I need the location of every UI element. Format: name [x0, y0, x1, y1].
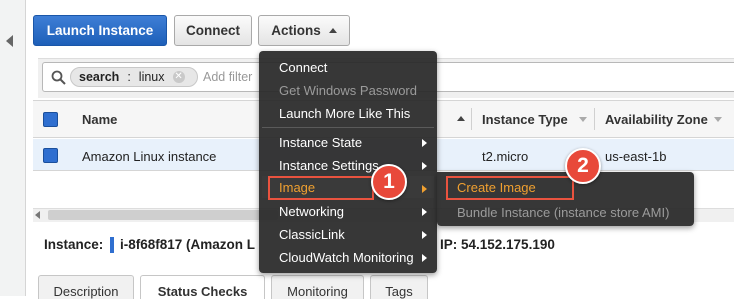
menu-item-bundle-instance: Bundle Instance (instance store AMI) — [457, 205, 670, 220]
collapse-left-icon[interactable] — [6, 35, 13, 47]
menu-item-create-image[interactable]: Create Image — [457, 180, 536, 195]
tab-description[interactable]: Description — [38, 275, 134, 299]
menu-item-get-windows-password: Get Windows Password — [279, 83, 417, 98]
menu-item-instance-state[interactable]: Instance State — [279, 135, 362, 150]
filter-tag-separator: : — [127, 70, 131, 84]
submenu-arrow-icon — [422, 208, 427, 216]
select-all-checkbox[interactable] — [43, 112, 58, 127]
instance-public-ip: IP: 54.152.175.190 — [440, 237, 555, 252]
cell-name: Amazon Linux instance — [82, 149, 217, 164]
connect-button[interactable]: Connect — [174, 15, 252, 46]
filter-tag-value: linux — [138, 70, 165, 84]
actions-button[interactable]: Actions — [258, 15, 350, 46]
column-header-instance-type[interactable]: Instance Type — [482, 112, 568, 127]
menu-item-connect[interactable]: Connect — [279, 60, 327, 75]
callout-badge-2: 2 — [565, 148, 601, 184]
tab-monitoring[interactable]: Monitoring — [271, 275, 364, 299]
scroll-left-icon[interactable] — [35, 211, 40, 219]
tab-status-checks[interactable]: Status Checks — [140, 275, 265, 299]
submenu-arrow-icon — [422, 254, 427, 262]
instance-label: Instance: — [44, 237, 104, 252]
side-panel-collapse-strip[interactable] — [0, 0, 26, 296]
menu-item-launch-more-like-this[interactable]: Launch More Like This — [279, 106, 410, 121]
filter-tag-key: search — [79, 70, 120, 84]
row-checkbox[interactable] — [43, 148, 58, 163]
cell-availability-zone: us-east-1b — [605, 149, 667, 164]
actions-label: Actions — [271, 23, 321, 38]
launch-instance-button[interactable]: Launch Instance — [33, 15, 167, 46]
sort-icon[interactable] — [714, 117, 722, 122]
tab-tags[interactable]: Tags — [370, 275, 428, 299]
search-icon — [51, 70, 66, 85]
cell-instance-type: t2.micro — [482, 149, 529, 164]
submenu-arrow-icon — [422, 162, 427, 170]
scrollbar-thumb[interactable] — [48, 210, 278, 220]
filter-placeholder[interactable]: Add filter — [203, 70, 252, 84]
menu-item-networking[interactable]: Networking — [279, 204, 344, 219]
submenu-arrow-icon — [422, 231, 427, 239]
column-divider — [471, 108, 472, 130]
sort-ascending-icon[interactable] — [457, 116, 465, 121]
submenu-arrow-icon — [422, 139, 427, 147]
instance-id: i-8f68f817 (Amazon L — [120, 237, 256, 252]
column-header-availability-zone[interactable]: Availability Zone — [605, 112, 708, 127]
search-filter-tag[interactable]: search : linux ✕ — [70, 67, 198, 87]
menu-item-cloudwatch-monitoring[interactable]: CloudWatch Monitoring — [279, 250, 414, 265]
instance-status-marker — [110, 237, 114, 253]
submenu-arrow-icon — [422, 185, 427, 193]
column-divider — [594, 108, 595, 130]
caret-up-icon — [328, 28, 337, 33]
menu-item-instance-settings[interactable]: Instance Settings — [279, 158, 379, 173]
menu-item-image[interactable]: Image — [279, 180, 315, 195]
sort-icon[interactable] — [579, 117, 587, 122]
column-header-name[interactable]: Name — [82, 112, 117, 127]
menu-divider — [262, 127, 434, 128]
callout-badge-1: 1 — [371, 164, 407, 200]
remove-filter-icon[interactable]: ✕ — [172, 71, 185, 83]
menu-item-classiclink[interactable]: ClassicLink — [279, 227, 345, 242]
